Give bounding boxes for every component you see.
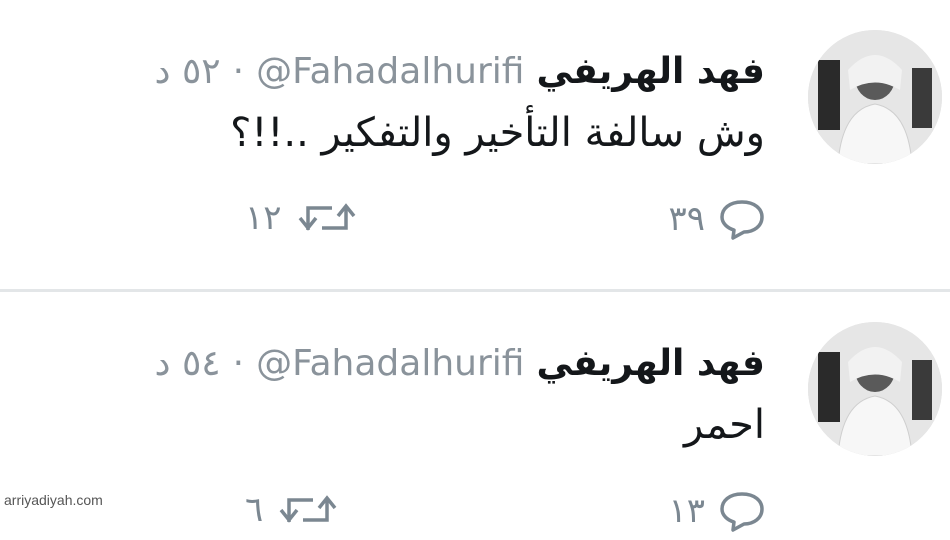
separator-dot: · xyxy=(232,342,245,384)
retweet-button[interactable]: ٦ xyxy=(245,490,339,530)
avatar[interactable] xyxy=(808,322,942,456)
timestamp[interactable]: ٥٤ د xyxy=(154,343,220,384)
author-name[interactable]: فهد الهريفي xyxy=(536,51,765,92)
retweet-count: ١٢ xyxy=(245,198,282,238)
author-handle[interactable]: @Fahadalhurifi xyxy=(256,343,524,384)
tweet-header: فهد الهريفي @Fahadalhurifi · ٥٢ د xyxy=(154,46,765,96)
separator-dot: · xyxy=(232,50,245,92)
reply-count: ٣٩ xyxy=(668,199,705,239)
reply-button[interactable]: ٣٩ xyxy=(668,198,765,240)
timestamp[interactable]: ٥٢ د xyxy=(154,51,220,92)
reply-button[interactable]: ١٣ xyxy=(668,490,765,532)
tweet-text: وش سالفة التأخير والتفكير ..!!؟ xyxy=(230,110,765,156)
author-handle[interactable]: @Fahadalhurifi xyxy=(256,51,524,92)
watermark: arriyadiyah.com xyxy=(4,492,103,508)
reply-icon xyxy=(719,198,765,240)
tweet-header: فهد الهريفي @Fahadalhurifi · ٥٤ د xyxy=(154,338,765,388)
retweet-icon xyxy=(296,198,358,238)
avatar[interactable] xyxy=(808,30,942,164)
retweet-count: ٦ xyxy=(245,490,264,530)
tweet-card[interactable]: فهد الهريفي @Fahadalhurifi · ٥٤ د احمر ١… xyxy=(0,292,950,532)
tweet-card[interactable]: فهد الهريفي @Fahadalhurifi · ٥٢ د وش سال… xyxy=(0,0,950,290)
retweet-button[interactable]: ١٢ xyxy=(245,198,358,238)
reply-icon xyxy=(719,490,765,532)
reply-count: ١٣ xyxy=(668,491,705,531)
retweet-icon xyxy=(277,490,339,530)
author-name[interactable]: فهد الهريفي xyxy=(536,343,765,384)
tweet-text: احمر xyxy=(683,402,765,448)
tweet-actions: ٣٩ ١٢ xyxy=(0,198,950,248)
tweet-actions: ١٣ ٦ xyxy=(0,490,950,540)
